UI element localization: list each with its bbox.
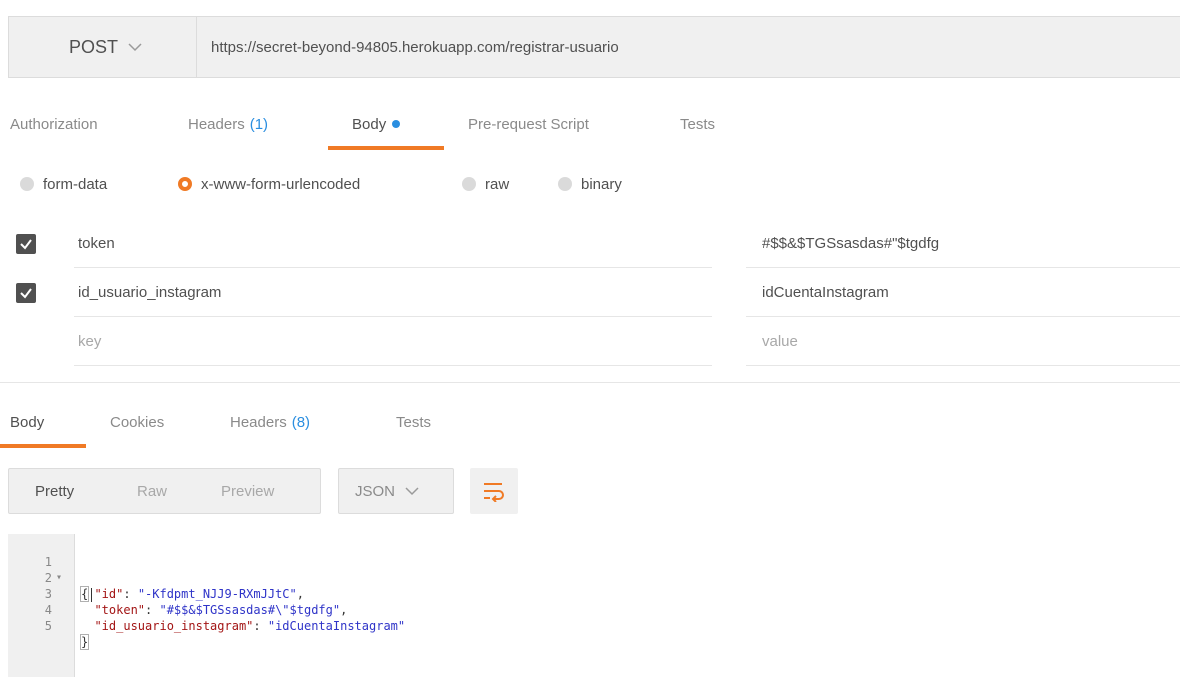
radio-circle-icon (20, 177, 34, 191)
param-value-field[interactable]: #$$&$TGSsasdas#"$tgdfg (746, 220, 1180, 268)
code-line: 4 "id_usuario_instagram": "idCuentaInsta… (8, 586, 1180, 633)
chevron-down-icon (128, 43, 142, 52)
active-tab-indicator (328, 146, 444, 150)
response-tab-body[interactable]: Body (10, 398, 44, 446)
view-raw-button[interactable]: Raw (137, 469, 167, 513)
radio-selected-icon (178, 177, 192, 191)
close-brace: } (80, 634, 90, 650)
method-label: POST (69, 36, 119, 57)
radio-binary[interactable]: binary (558, 164, 622, 204)
radio-circle-icon (558, 177, 572, 191)
wrap-lines-button[interactable] (470, 468, 518, 514)
code-line: 2 "id": "-Kfdpmt_NJJ9-RXmJJtC", (8, 554, 1180, 601)
tab-headers[interactable]: Headers (1) (188, 100, 268, 148)
body-type-options: form-data x-www-form-urlencoded raw bina… (0, 164, 700, 204)
request-url-bar: POST https://secret-beyond-94805.herokua… (8, 16, 1180, 78)
param-key-field[interactable]: id_usuario_instagram (74, 269, 712, 317)
tab-label: Headers (230, 413, 287, 431)
param-value-field[interactable]: idCuentaInstagram (746, 269, 1180, 317)
radio-label: form-data (43, 175, 108, 193)
active-tab-indicator (0, 444, 86, 448)
request-tabs: Authorization Headers (1) Body Pre-reque… (0, 100, 1180, 150)
view-pretty-button[interactable]: Pretty (35, 469, 74, 513)
radio-label: raw (485, 175, 510, 193)
tab-label: Pre-request Script (468, 115, 589, 133)
tab-label: Tests (680, 115, 716, 133)
tab-label: Body (352, 115, 387, 133)
view-preview-button[interactable]: Preview (221, 469, 274, 513)
response-tabs: Body Cookies Headers (8) Tests (0, 398, 1180, 448)
radio-label: x-www-form-urlencoded (201, 175, 361, 193)
radio-form-data[interactable]: form-data (20, 164, 107, 204)
response-tab-cookies[interactable]: Cookies (110, 398, 164, 446)
tab-label: Cookies (110, 413, 165, 431)
modified-dot-icon (392, 120, 401, 128)
json-value: "idCuentaInstagram" (267, 619, 406, 633)
method-selector[interactable]: POST (9, 17, 197, 77)
code-line: 1 ▾ { (8, 538, 1180, 602)
code-line: 5 } (8, 602, 1180, 650)
wrap-lines-icon (484, 483, 504, 502)
tab-label: Tests (396, 413, 432, 431)
url-input[interactable]: https://secret-beyond-94805.herokuapp.co… (211, 17, 619, 77)
json-key: "id_usuario_instagram" (94, 619, 254, 633)
param-enabled-checkbox[interactable] (16, 283, 36, 303)
tab-tests[interactable]: Tests (680, 100, 715, 148)
format-label: JSON (355, 482, 396, 500)
param-enabled-checkbox[interactable] (16, 234, 36, 254)
param-row: id_usuario_instagram idCuentaInstagram (0, 269, 1180, 318)
response-body-editor[interactable]: 1 ▾ { 2 "id": "-Kfdpmt_NJJ9-RXmJJtC", 3 … (8, 534, 1180, 677)
radio-circle-icon (462, 177, 476, 191)
checkmark-icon (20, 288, 32, 299)
response-tab-headers[interactable]: Headers (8) (230, 398, 310, 446)
response-tab-tests[interactable]: Tests (396, 398, 431, 446)
param-row-new: key value (0, 318, 1180, 367)
param-key-field[interactable]: token (74, 220, 712, 268)
tab-authorization[interactable]: Authorization (10, 100, 98, 148)
view-mode-group: Pretty Raw Preview (8, 468, 321, 514)
tab-label: Headers (188, 115, 245, 133)
code-line: 3 "token": "#$$&$TGSsasdas#\"$tgdfg", (8, 570, 1180, 617)
headers-count: (8) (291, 413, 311, 431)
tab-label: Body (10, 413, 45, 431)
checkmark-icon (20, 239, 32, 250)
param-row: token #$$&$TGSsasdas#"$tgdfg (0, 220, 1180, 269)
tab-label: Authorization (10, 115, 98, 133)
radio-x-www-form-urlencoded[interactable]: x-www-form-urlencoded (178, 164, 360, 204)
radio-raw[interactable]: raw (462, 164, 509, 204)
new-value-input[interactable]: value (746, 318, 1180, 366)
radio-label: binary (581, 175, 622, 193)
format-selector[interactable]: JSON (338, 468, 454, 514)
new-key-input[interactable]: key (74, 318, 712, 366)
tab-pre-request-script[interactable]: Pre-request Script (468, 100, 589, 148)
line-number: 5 (44, 619, 52, 633)
chevron-down-icon (405, 487, 419, 496)
response-divider (0, 382, 1180, 383)
tab-body[interactable]: Body (352, 100, 401, 148)
headers-count: (1) (249, 115, 269, 133)
